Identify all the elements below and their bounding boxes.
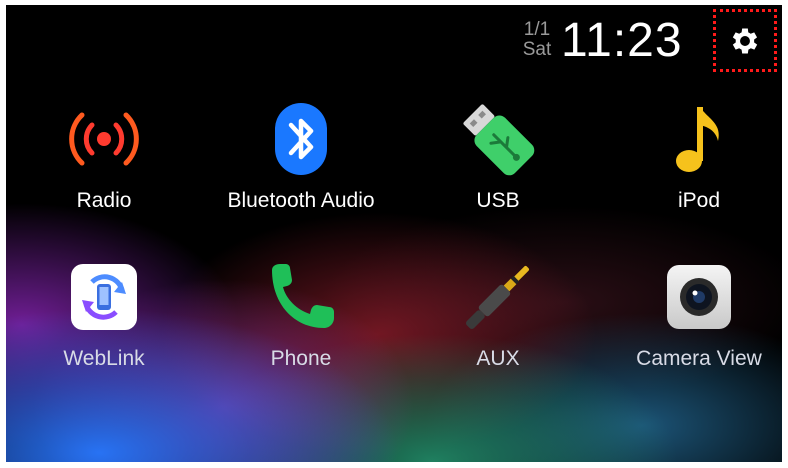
- app-label: Bluetooth Audio: [227, 189, 375, 212]
- weblink-icon: [64, 257, 144, 337]
- date-display: 1/1 Sat: [520, 20, 554, 60]
- radio-broadcast-icon: [64, 99, 144, 179]
- music-note-icon: [659, 99, 739, 179]
- background-gradient: [6, 5, 782, 462]
- app-label: iPod: [677, 189, 721, 212]
- app-label: AUX: [476, 347, 520, 370]
- settings-button[interactable]: [713, 9, 777, 72]
- gear-icon: [732, 28, 758, 53]
- bluetooth-icon: [261, 99, 341, 179]
- app-weblink[interactable]: WebLink: [9, 257, 199, 371]
- app-label: Camera View: [636, 347, 762, 370]
- app-phone[interactable]: Phone: [206, 257, 396, 371]
- app-label: USB: [476, 189, 520, 212]
- date-fraction: 1/1: [523, 19, 551, 40]
- weekday: Sat: [522, 39, 552, 60]
- app-label: Radio: [76, 189, 132, 212]
- app-ipod[interactable]: iPod: [604, 99, 782, 213]
- camera-icon: [659, 257, 739, 337]
- app-aux[interactable]: AUX: [403, 257, 593, 371]
- app-label: Phone: [270, 347, 332, 370]
- app-radio[interactable]: Radio: [9, 99, 199, 213]
- app-usb[interactable]: USB: [403, 99, 593, 213]
- app-camera-view[interactable]: Camera View: [604, 257, 782, 371]
- home-screen: 1/1 Sat 11:23 Radio Bluetooth Audio USB …: [6, 5, 782, 462]
- aux-jack-icon: [458, 257, 538, 337]
- app-bluetooth-audio[interactable]: Bluetooth Audio: [206, 99, 396, 213]
- app-label: WebLink: [63, 347, 145, 370]
- clock: 11:23: [561, 14, 683, 67]
- usb-drive-icon: [458, 99, 538, 179]
- phone-icon: [261, 257, 341, 337]
